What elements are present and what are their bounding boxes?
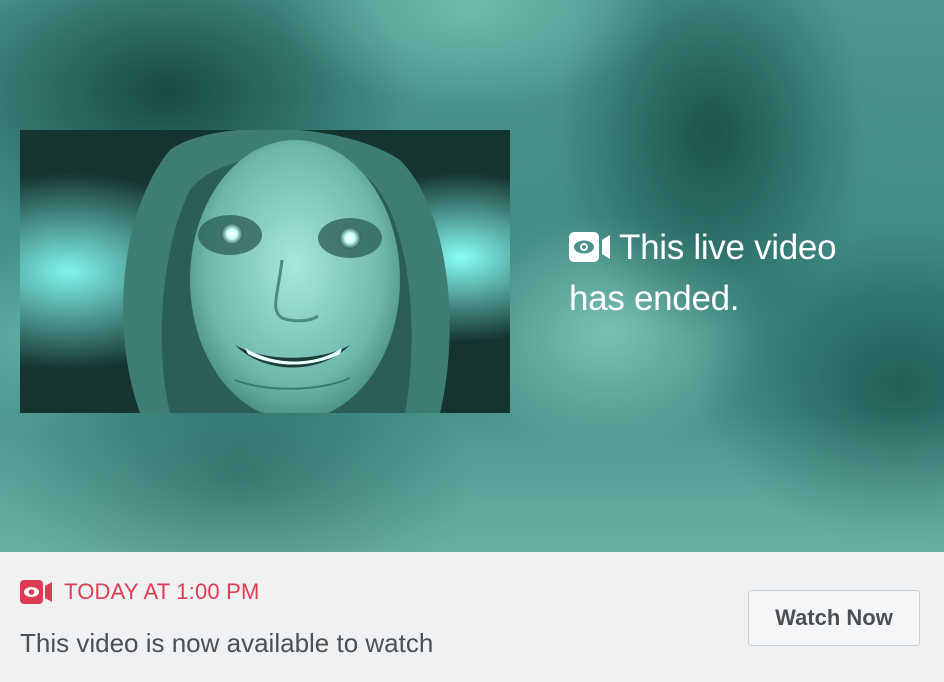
- face-thumbnail-image: [20, 130, 510, 413]
- watch-now-button[interactable]: Watch Now: [748, 590, 920, 646]
- live-video-card: This live video has ended. TODAY AT 1:00…: [0, 0, 944, 682]
- schedule-info: TODAY AT 1:00 PM: [20, 579, 260, 605]
- video-thumbnail[interactable]: [20, 130, 510, 413]
- video-player[interactable]: This live video has ended.: [0, 0, 944, 552]
- schedule-text: TODAY AT 1:00 PM: [64, 579, 260, 604]
- live-video-icon: [569, 227, 611, 275]
- live-ended-message: This live video has ended.: [569, 224, 899, 323]
- video-description: This video is now available to watch: [20, 628, 434, 658]
- live-video-icon: [20, 580, 52, 604]
- video-footer: TODAY AT 1:00 PM This video is now avail…: [0, 552, 944, 682]
